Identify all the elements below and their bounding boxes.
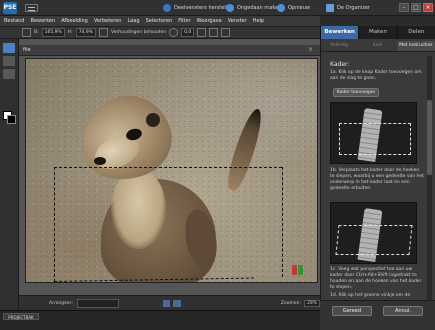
zoom-field[interactable]: 28% — [303, 299, 320, 307]
angle-field[interactable]: 0,0 — [181, 28, 195, 37]
undo-button[interactable]: Ongedaan maken — [226, 3, 281, 13]
window-controls: – □ × — [399, 3, 433, 12]
tab-maken[interactable]: Maken — [358, 26, 396, 39]
document-status-bar: Arrangeer: Zoomen: 28% — [19, 295, 320, 310]
hand-tool-icon[interactable] — [3, 56, 15, 66]
arrange-label: Arrangeer: — [49, 300, 73, 306]
done-button[interactable]: Gereed — [332, 306, 372, 316]
add-frame-button[interactable]: Kader toevoegen — [333, 88, 379, 97]
tab-snel[interactable]: Snel — [358, 41, 396, 51]
tab-met-instructies[interactable]: Met instructies — [396, 41, 435, 51]
maximize-button[interactable]: □ — [411, 3, 421, 12]
revert-panels-label: Deelvensters herstellen — [174, 5, 234, 11]
cancel-icon[interactable] — [292, 265, 297, 275]
panel-scrollbar[interactable] — [427, 56, 432, 301]
width-field[interactable]: 165,9% — [41, 28, 65, 37]
eyedropper-tool-icon[interactable] — [3, 69, 15, 79]
rotate-right-icon[interactable] — [209, 28, 219, 37]
guide-title: Kader: — [330, 61, 350, 68]
meerkat-photo-canvas[interactable] — [25, 58, 318, 283]
tab-volledig[interactable]: Volledig — [320, 41, 358, 51]
document-close-icon[interactable]: × — [308, 46, 313, 53]
tab-bewerken[interactable]: Bewerken — [320, 26, 359, 39]
rotate-icon[interactable] — [169, 28, 179, 37]
tool-options-bar: B: 165,9% H: 74,9% Verhoudingen behouden… — [0, 26, 320, 39]
menu-selecteren[interactable]: Selecteren — [146, 18, 173, 24]
commit-checkmark-icon[interactable] — [298, 265, 303, 275]
document-title: file — [23, 47, 31, 53]
redo-arrow-icon — [277, 4, 285, 12]
panel-tabs: Bewerken Maken Delen — [320, 26, 435, 39]
width-label: B: — [34, 30, 39, 35]
guide-step-2: 1b. Verplaats het kader door de hoeken t… — [330, 168, 424, 191]
divider — [320, 51, 435, 52]
zoom-label: Zoomen: — [280, 300, 301, 306]
tab-delen[interactable]: Delen — [396, 26, 435, 39]
organizer-button[interactable]: De Organizer — [326, 3, 370, 13]
commit-cancel-handles — [292, 265, 304, 275]
layout-menu-button[interactable] — [25, 4, 38, 12]
refresh-icon — [163, 4, 171, 12]
menu-bar: Bestand Bewerken Afbeelding Verbeteren L… — [0, 16, 320, 26]
transform-icon — [22, 28, 31, 37]
undo-arrow-icon — [226, 4, 234, 12]
height-label: H: — [67, 30, 73, 35]
guide-step-3: 1c. Voeg wat perspectief toe aan uw kade… — [330, 267, 422, 290]
document-tab[interactable]: file × — [19, 45, 320, 56]
illustration-step-2 — [330, 202, 417, 264]
meerkat-chest — [111, 169, 166, 249]
menu-afbeelding[interactable]: Afbeelding — [61, 18, 88, 24]
meerkat-nose — [94, 157, 106, 165]
project-bin-tab[interactable]: PROJECTBAK — [3, 313, 39, 320]
menu-laag[interactable]: Laag — [127, 18, 139, 24]
app-logo-icon: PSE — [3, 2, 17, 14]
frame-marquee-left[interactable] — [54, 167, 55, 282]
arrange-dropdown[interactable] — [77, 298, 119, 308]
background-color-swatch[interactable] — [7, 115, 16, 124]
redo-label: Opnieuw — [288, 5, 311, 11]
illustration-step-1 — [330, 102, 417, 164]
zoom-tool-icon[interactable] — [3, 43, 15, 53]
panel-scroll-thumb[interactable] — [427, 100, 432, 175]
tools-panel — [0, 39, 19, 310]
project-bin: PROJECTBAK — [0, 310, 320, 330]
meerkat-ear — [146, 113, 160, 127]
menu-venster[interactable]: Venster — [228, 18, 247, 24]
flip-icon[interactable] — [221, 28, 231, 37]
undo-label: Ongedaan maken — [237, 5, 282, 11]
guide-step-1: 1a. Klik op de knop Kader toevoegen om a… — [330, 70, 422, 81]
redo-button[interactable]: Opnieuw — [277, 3, 310, 13]
organizer-label: De Organizer — [337, 5, 370, 11]
menu-filter[interactable]: Filter — [178, 18, 190, 24]
menu-bewerken[interactable]: Bewerken — [30, 18, 55, 24]
close-button[interactable]: × — [423, 3, 433, 12]
title-bar: PSE Deelvensters herstellen Ongedaan mak… — [0, 0, 435, 16]
grid-organizer-icon — [326, 4, 334, 12]
edit-mode-tabs: Volledig Snel Met instructies — [320, 41, 435, 51]
frame-marquee-top[interactable] — [54, 167, 282, 168]
layout-icon[interactable] — [162, 299, 171, 307]
constrain-checkbox[interactable] — [98, 28, 108, 37]
constrain-label: Verhoudingen behouden — [110, 30, 167, 35]
menu-bestand[interactable]: Bestand — [4, 18, 24, 24]
revert-panels-button[interactable]: Deelvensters herstellen — [163, 3, 233, 13]
cancel-button[interactable]: Annul. — [383, 306, 423, 316]
menu-verbeteren[interactable]: Verbeteren — [94, 18, 122, 24]
height-field[interactable]: 74,9% — [75, 28, 96, 37]
minimize-button[interactable]: – — [399, 3, 409, 12]
rotate-left-icon[interactable] — [197, 28, 207, 37]
menu-help[interactable]: Help — [253, 18, 264, 24]
frame-marquee-right[interactable] — [282, 167, 283, 277]
menu-weergave[interactable]: Weergave — [197, 18, 222, 24]
layout-alt-icon[interactable] — [173, 299, 181, 307]
guide-step-4: 1d. Klik op het groene vinkje om de — [330, 293, 411, 298]
